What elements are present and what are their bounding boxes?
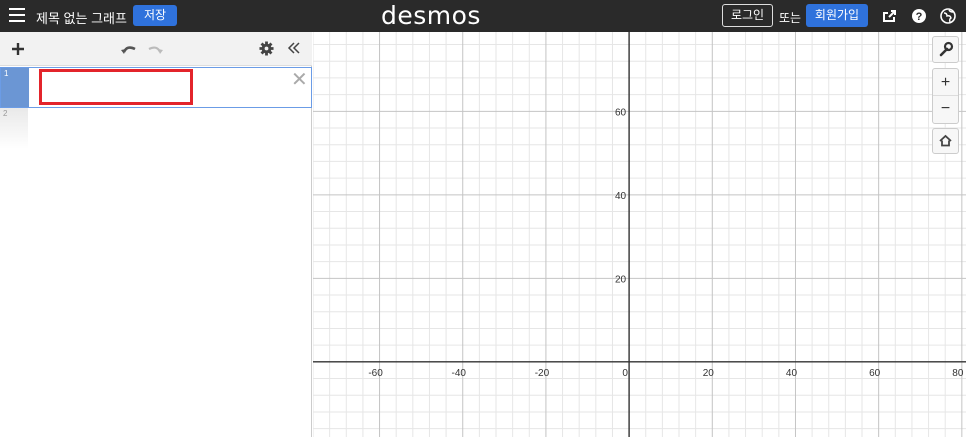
expression-index: 2 bbox=[3, 109, 8, 118]
y-tick-label: 40 bbox=[615, 191, 627, 202]
x-tick-label: 20 bbox=[703, 368, 715, 379]
graph-canvas[interactable]: -60 -40 -20 0 20 40 60 80 20 40 60 + − bbox=[313, 32, 966, 437]
login-button[interactable]: 로그인 bbox=[722, 4, 773, 27]
help-icon[interactable]: ? bbox=[911, 8, 927, 24]
zoom-out-icon[interactable]: − bbox=[933, 96, 958, 123]
default-viewport-button[interactable] bbox=[932, 128, 959, 154]
zoom-controls: + − bbox=[932, 68, 959, 124]
menu-hamburger-icon[interactable] bbox=[9, 8, 25, 24]
language-globe-icon[interactable] bbox=[940, 8, 956, 24]
desmos-app: 제목 없는 그래프 저장 desmos 로그인 또는 회원가입 ? 1 ✕ 2 … bbox=[0, 0, 966, 437]
graph-title[interactable]: 제목 없는 그래프 bbox=[36, 8, 127, 27]
settings-wrench-icon bbox=[939, 41, 954, 57]
x-tick-label: -20 bbox=[535, 368, 550, 379]
share-icon[interactable] bbox=[881, 8, 897, 24]
zoom-in-icon[interactable]: + bbox=[933, 69, 958, 96]
collapse-panel-icon[interactable] bbox=[287, 41, 301, 60]
signup-button[interactable]: 회원가입 bbox=[806, 4, 868, 27]
expression-row[interactable]: 2 bbox=[0, 108, 312, 149]
x-tick-label: -40 bbox=[452, 368, 467, 379]
redo-icon[interactable] bbox=[148, 42, 164, 61]
home-icon bbox=[939, 134, 952, 147]
top-header: 제목 없는 그래프 저장 desmos 로그인 또는 회원가입 ? bbox=[0, 0, 966, 32]
expression-tab[interactable]: 2 bbox=[0, 108, 28, 149]
save-button[interactable]: 저장 bbox=[133, 5, 177, 26]
x-tick-label: 40 bbox=[786, 368, 798, 379]
svg-text:?: ? bbox=[916, 11, 923, 23]
x-tick-label: 0 bbox=[622, 368, 628, 379]
expression-toolbar bbox=[0, 32, 312, 66]
add-expression-plus-icon[interactable] bbox=[10, 41, 26, 62]
desmos-logo: desmos bbox=[381, 1, 481, 30]
or-text: 또는 bbox=[779, 11, 802, 25]
x-tick-label: 80 bbox=[952, 368, 964, 379]
delete-expression-icon[interactable]: ✕ bbox=[291, 70, 308, 90]
x-tick-label: -60 bbox=[368, 368, 383, 379]
undo-icon[interactable] bbox=[120, 42, 136, 61]
settings-gear-icon[interactable] bbox=[259, 41, 274, 61]
expression-index: 1 bbox=[4, 69, 9, 78]
x-tick-label: 60 bbox=[869, 368, 881, 379]
expression-panel: 1 ✕ 2 bbox=[0, 32, 312, 437]
graph-grid: -60 -40 -20 0 20 40 60 80 20 40 60 bbox=[313, 32, 966, 437]
expression-tab[interactable]: 1 bbox=[1, 68, 29, 107]
graph-settings-button[interactable] bbox=[932, 36, 959, 63]
expression-row[interactable]: 1 ✕ bbox=[0, 67, 312, 108]
y-tick-label: 20 bbox=[615, 274, 627, 285]
y-tick-label: 60 bbox=[615, 107, 627, 118]
expression-input[interactable] bbox=[39, 69, 193, 105]
